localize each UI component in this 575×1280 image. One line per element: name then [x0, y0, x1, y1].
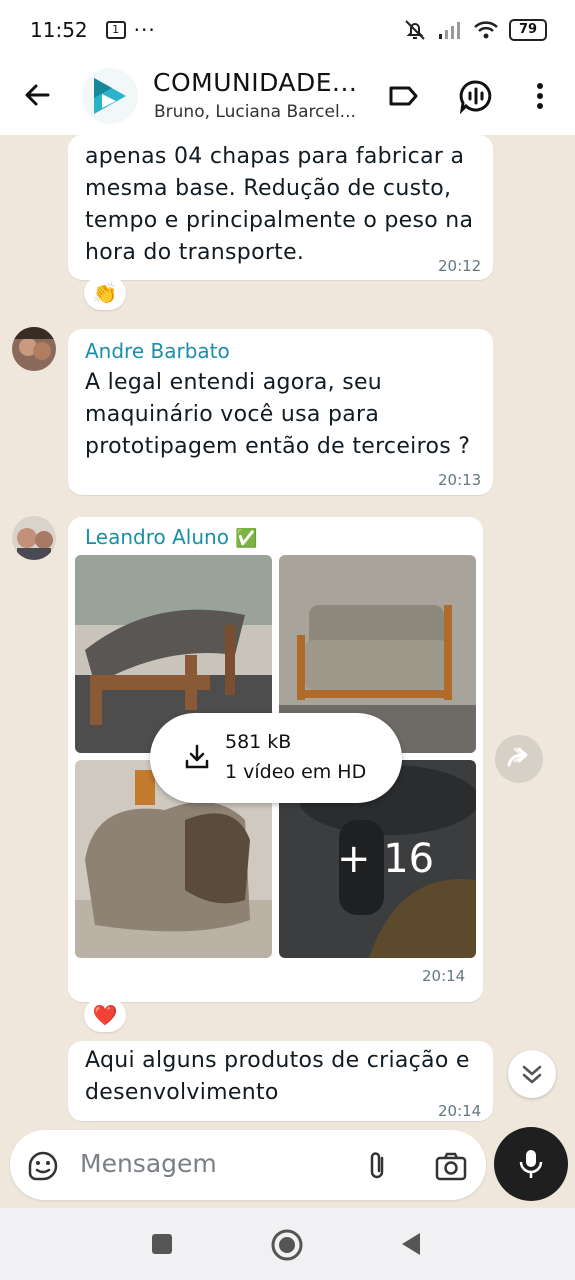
- wifi-icon: [474, 21, 498, 39]
- message-line: Aqui alguns produtos de criação e: [85, 1048, 470, 1073]
- status-bar: 11:52 1 ··· 79: [0, 0, 575, 60]
- message-time: 20:14: [422, 967, 466, 985]
- sticker-icon[interactable]: [26, 1149, 60, 1183]
- voice-chat-icon[interactable]: [458, 78, 494, 114]
- more-vert-icon[interactable]: [524, 78, 560, 114]
- recent-apps-icon[interactable]: [150, 1232, 174, 1256]
- sender-name[interactable]: Leandro Aluno ✅: [85, 525, 258, 549]
- chat-area[interactable]: apenas 04 chapas para fabricar a mesma b…: [0, 135, 575, 1135]
- message-bubble[interactable]: apenas 04 chapas para fabricar a mesma b…: [68, 135, 493, 280]
- status-more-dots: ···: [133, 18, 156, 42]
- forward-button[interactable]: [495, 735, 543, 783]
- battery-indicator: 79: [509, 19, 547, 41]
- home-icon[interactable]: [270, 1228, 304, 1262]
- message-line: hora do transporte.: [85, 240, 305, 265]
- camera-icon[interactable]: [434, 1149, 468, 1183]
- message-time: 20:14: [438, 1102, 482, 1120]
- message-line: A legal entendi agora, seu: [85, 370, 383, 395]
- message-line: tempo e principalmente o peso na: [85, 208, 474, 233]
- back-arrow-icon[interactable]: [22, 80, 52, 110]
- notification-icon: 1: [105, 21, 126, 39]
- avatar[interactable]: [12, 327, 56, 371]
- forward-icon: [507, 747, 528, 767]
- group-logo-icon: [94, 78, 126, 114]
- group-avatar[interactable]: [82, 68, 138, 124]
- chat-header: COMUNIDADE... Bruno, Luciana Barcel...: [0, 60, 575, 135]
- scroll-down-icon: [522, 1065, 542, 1084]
- download-size: 581 kB: [225, 731, 292, 753]
- message-line: apenas 04 chapas para fabricar a: [85, 144, 465, 169]
- message-text: Aqui alguns produtos de criação e desenv…: [85, 1045, 470, 1109]
- message-line: maquinário você usa para: [85, 402, 380, 427]
- more-media-count: + 16: [337, 836, 435, 882]
- message-time: 20:12: [438, 257, 482, 275]
- back-nav-icon[interactable]: [398, 1230, 424, 1258]
- download-label: 1 vídeo em HD: [225, 761, 367, 783]
- message-line: desenvolvimento: [85, 1080, 279, 1105]
- message-line: mesma base. Redução de custo,: [85, 176, 452, 201]
- download-media-button[interactable]: 581 kB 1 vídeo em HD: [150, 713, 402, 803]
- message-text: A legal entendi agora, seu maquinário vo…: [85, 367, 470, 463]
- scroll-down-button[interactable]: [508, 1050, 556, 1098]
- message-bubble[interactable]: Andre Barbato A legal entendi agora, seu…: [68, 329, 493, 495]
- avatar[interactable]: [12, 516, 56, 560]
- chat-title[interactable]: COMUNIDADE...: [153, 68, 368, 97]
- reaction-badge[interactable]: 👏: [84, 276, 126, 310]
- chat-participants[interactable]: Bruno, Luciana Barcel...: [154, 102, 356, 122]
- signal-icon: [439, 22, 460, 39]
- label-icon[interactable]: [385, 78, 421, 114]
- message-text: apenas 04 chapas para fabricar a mesma b…: [85, 141, 473, 269]
- attach-icon[interactable]: [362, 1149, 392, 1183]
- message-composer[interactable]: Mensagem: [10, 1130, 486, 1200]
- reaction-badge[interactable]: ❤️: [84, 998, 126, 1032]
- message-bubble[interactable]: Aqui alguns produtos de criação e desenv…: [68, 1041, 493, 1121]
- verified-badge-icon: ✅: [235, 528, 258, 549]
- message-time: 20:13: [438, 471, 482, 489]
- status-time: 11:52: [30, 18, 88, 42]
- mic-button[interactable]: [494, 1127, 568, 1201]
- message-line: prototipagem então de terceiros ?: [85, 434, 471, 459]
- system-nav-bar: [0, 1208, 575, 1280]
- download-icon: [185, 744, 209, 769]
- sender-name-text: Leandro Aluno: [85, 525, 229, 549]
- sender-name[interactable]: Andre Barbato: [85, 339, 230, 363]
- mic-icon: [519, 1150, 543, 1178]
- mute-bell-icon: [405, 20, 425, 40]
- message-input[interactable]: Mensagem: [80, 1149, 217, 1178]
